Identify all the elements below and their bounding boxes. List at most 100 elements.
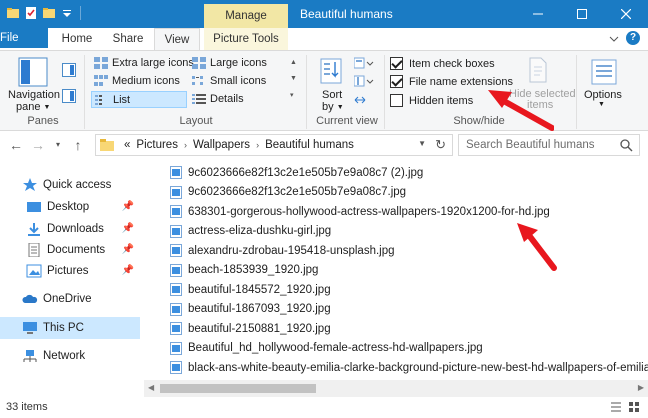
search-icon[interactable] <box>620 139 633 152</box>
medium-icons-icon <box>94 75 108 86</box>
pin-icon[interactable]: 📌 <box>122 201 134 212</box>
nav-pictures-label: Pictures <box>47 265 89 277</box>
download-icon <box>28 223 40 236</box>
folder-icon[interactable] <box>6 6 20 20</box>
horizontal-scrollbar[interactable]: ◀ ▶ <box>144 380 648 397</box>
search-input[interactable]: Search Beautiful humans <box>458 134 640 156</box>
chevron-down-icon[interactable]: ▼ <box>418 139 426 148</box>
minimize-button[interactable] <box>516 0 560 28</box>
sort-by-button[interactable]: Sort <box>322 89 342 101</box>
item-check-boxes-toggle[interactable]: Item check boxes <box>390 57 495 70</box>
nav-desktop[interactable]: Desktop 📌 <box>0 196 140 218</box>
nav-pictures[interactable]: Pictures 📌 <box>0 260 140 282</box>
refresh-icon[interactable]: ↻ <box>435 137 446 153</box>
nav-network[interactable]: Network <box>0 345 140 367</box>
file-name: beach-1853939_1920.jpg <box>188 264 319 277</box>
help-icon[interactable]: ? <box>626 31 640 45</box>
navigation-pane-button[interactable]: Navigation <box>8 89 60 101</box>
close-button[interactable] <box>604 0 648 28</box>
file-name: 638301-gorgerous-hollywood-actress-wallp… <box>188 205 550 218</box>
recent-locations-button[interactable]: ▾ <box>50 137 66 153</box>
layout-medium-icons[interactable]: Medium icons <box>94 75 180 87</box>
chevron-right-icon[interactable]: › <box>184 140 187 150</box>
chevron-down-icon: ▼ <box>598 101 605 108</box>
list-item[interactable]: 638301-gorgerous-hollywood-actress-wallp… <box>170 202 648 222</box>
breadcrumb-overflow[interactable]: « <box>124 139 130 151</box>
hidden-items-checkbox[interactable] <box>390 94 403 107</box>
chevron-down-icon[interactable] <box>608 33 620 45</box>
list-item[interactable]: 9c6023666e82f13c2e1e505b7e9a08c7.jpg <box>170 183 648 203</box>
nav-downloads[interactable]: Downloads 📌 <box>0 218 140 240</box>
file-name: Beautiful_hd_hollywood-female-actress-hd… <box>188 342 483 355</box>
layout-large-icons[interactable]: Large icons <box>192 57 267 69</box>
list-item[interactable]: beach-1853939_1920.jpg <box>170 261 648 281</box>
size-columns-icon[interactable] <box>354 93 374 107</box>
divider <box>84 55 85 129</box>
list-item[interactable]: 9c6023666e82f13c2e1e505b7e9a08c7 (2).jpg <box>170 163 648 183</box>
tab-picture-tools[interactable]: Picture Tools <box>204 28 288 50</box>
tab-home[interactable]: Home <box>52 28 102 50</box>
list-item[interactable]: beautiful-1845572_1920.jpg <box>170 280 648 300</box>
details-pane-icon[interactable] <box>62 89 76 103</box>
manage-context-tab[interactable]: Manage <box>204 4 288 28</box>
list-item[interactable]: Beautiful_hd_hollywood-female-actress-hd… <box>170 339 648 359</box>
item-count: 33 items <box>6 401 48 413</box>
breadcrumb-beautiful-humans[interactable]: Beautiful humans <box>265 139 354 151</box>
nav-onedrive[interactable]: OneDrive <box>0 288 140 310</box>
scrollbar-thumb[interactable] <box>160 384 316 393</box>
maximize-button[interactable] <box>560 0 604 28</box>
chevron-down-icon[interactable] <box>60 6 74 20</box>
breadcrumb-pictures[interactable]: Pictures <box>136 139 178 151</box>
layout-extra-large-icons[interactable]: Extra large icons <box>94 57 194 69</box>
nav-documents[interactable]: Documents 📌 <box>0 239 140 261</box>
layout-scroll[interactable]: ▲ ▼ ▾ <box>290 59 299 107</box>
tab-file[interactable]: File <box>0 28 48 48</box>
list-item[interactable]: beautiful-2150881_1920.jpg <box>170 319 648 339</box>
chevron-right-icon[interactable]: ▶ <box>638 383 644 392</box>
file-name: 9c6023666e82f13c2e1e505b7e9a08c7 (2).jpg <box>188 166 424 179</box>
tab-share[interactable]: Share <box>104 28 152 50</box>
new-folder-icon[interactable] <box>42 6 56 20</box>
list-item[interactable]: alexandru-zdrobau-195418-unsplash.jpg <box>170 241 648 261</box>
chevron-up-icon: ▲ <box>290 59 297 66</box>
pin-icon[interactable]: 📌 <box>122 223 134 234</box>
layout-details[interactable]: Details <box>192 93 244 105</box>
large-icons-view-icon[interactable] <box>628 401 640 413</box>
nav-this-pc[interactable]: This PC <box>0 317 140 339</box>
desktop-icon <box>27 202 41 212</box>
chevron-right-icon[interactable]: › <box>256 140 259 150</box>
chevron-left-icon[interactable]: ◀ <box>148 383 154 392</box>
file-name-extensions-checkbox[interactable] <box>390 75 403 88</box>
close-icon <box>621 9 631 19</box>
details-view-icon[interactable] <box>610 401 622 413</box>
list-item[interactable]: black-ans-white-beauty-emilia-clarke-bac… <box>170 358 648 378</box>
preview-pane-icon[interactable] <box>62 63 76 77</box>
navigation-pane-text: pane <box>16 101 41 113</box>
list-item[interactable]: actress-eliza-dushku-girl.jpg <box>170 222 648 242</box>
tab-view[interactable]: View <box>154 28 200 51</box>
group-by-icon[interactable] <box>354 57 374 71</box>
image-file-icon <box>170 341 182 355</box>
address-bar[interactable]: « Pictures › Wallpapers › Beautiful huma… <box>95 134 453 156</box>
options-button[interactable]: Options <box>584 89 622 101</box>
large-icons-label: Large icons <box>210 57 267 69</box>
layout-group-label: Layout <box>179 115 213 127</box>
pin-icon[interactable]: 📌 <box>122 244 134 255</box>
layout-list[interactable]: List <box>91 91 187 108</box>
properties-icon[interactable] <box>24 6 38 20</box>
item-check-boxes-checkbox[interactable] <box>390 57 403 70</box>
pin-icon[interactable]: 📌 <box>122 265 134 276</box>
up-button[interactable]: ↑ <box>70 137 86 153</box>
breadcrumb-wallpapers[interactable]: Wallpapers <box>193 139 250 151</box>
forward-button[interactable]: → <box>30 137 46 153</box>
back-button[interactable]: ← <box>8 137 24 153</box>
add-columns-icon[interactable] <box>354 75 374 89</box>
file-list: 9c6023666e82f13c2e1e505b7e9a08c7 (2).jpg… <box>170 163 648 378</box>
list-item[interactable]: beautiful-1867093_1920.jpg <box>170 300 648 320</box>
hidden-items-toggle[interactable]: Hidden items <box>390 94 473 107</box>
sort-by-text: by <box>322 101 334 113</box>
layout-small-icons[interactable]: Small icons <box>192 75 266 87</box>
file-name: beautiful-2150881_1920.jpg <box>188 322 331 335</box>
nav-quick-access[interactable]: Quick access <box>0 174 140 196</box>
divider <box>80 6 81 20</box>
